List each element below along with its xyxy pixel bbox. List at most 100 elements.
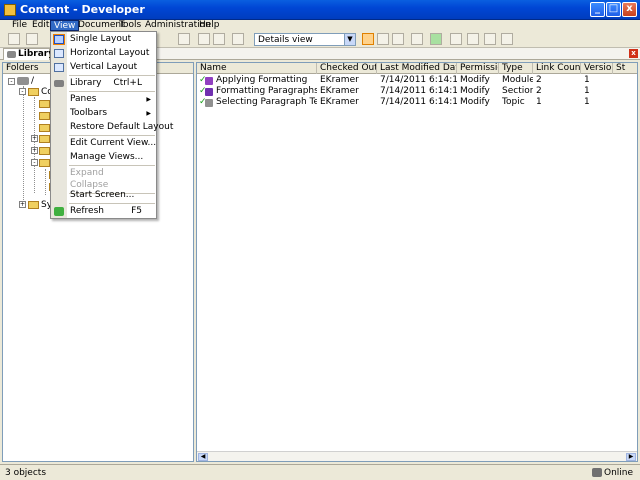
menu-help[interactable]: Help [196, 20, 223, 31]
menu-separator [69, 203, 155, 204]
help-icon[interactable] [232, 33, 244, 45]
horizontal-scrollbar[interactable]: ◀ ▶ [197, 451, 637, 461]
menu-item-label: Panes [70, 94, 97, 104]
tree-line [45, 169, 46, 195]
tree-collapse-icon[interactable]: - [19, 88, 26, 95]
vertical-layout-toolbar-icon[interactable] [392, 33, 404, 45]
status-bar: 3 objects Online [0, 464, 640, 480]
menu-item-library[interactable]: Library Ctrl+L [51, 77, 156, 90]
column-permission[interactable]: Permission [457, 63, 499, 74]
refresh-toolbar-icon[interactable] [430, 33, 442, 45]
row-name: Applying Formatting [216, 75, 308, 85]
section-icon [205, 88, 213, 96]
submenu-arrow-icon: ▶ [146, 110, 151, 117]
menu-tools[interactable]: Tools [116, 20, 144, 31]
menu-item-restore-default-layout[interactable]: Restore Default Layout [51, 121, 173, 134]
folder-icon[interactable] [39, 100, 50, 108]
close-tab-icon[interactable]: x [629, 49, 638, 58]
menu-item-toolbars[interactable]: Toolbars ▶ [51, 107, 156, 120]
row-type: Topic [502, 97, 525, 107]
column-name[interactable]: Name [197, 63, 317, 74]
scroll-left-icon[interactable]: ◀ [198, 453, 208, 461]
view-selector-value: Details view [258, 35, 313, 45]
tab-library-label: Library [18, 49, 55, 59]
row-type: Module [502, 75, 533, 85]
scroll-right-icon[interactable]: ▶ [626, 453, 636, 461]
vertical-layout-icon [54, 63, 64, 72]
folder-icon[interactable] [39, 147, 50, 155]
row-link-count: 1 [536, 97, 542, 107]
module-icon [205, 77, 213, 85]
column-type[interactable]: Type [499, 63, 533, 74]
tree-collapse-icon[interactable]: - [31, 159, 38, 166]
lock-icon[interactable] [484, 33, 496, 45]
connection-status: Online [604, 468, 634, 478]
row-modified: 7/14/2011 6:14:18 PM [380, 75, 457, 85]
menu-item-horizontal-layout[interactable]: Horizontal Layout [51, 47, 156, 60]
folder-icon [28, 201, 39, 209]
tab-library[interactable]: Library [3, 48, 54, 60]
column-last-modified[interactable]: Last Modified Date [377, 63, 457, 74]
menu-item-start-screen[interactable]: Start Screen... [51, 189, 156, 202]
title-bar[interactable]: Content - Developer _ □ x [0, 0, 640, 20]
horizontal-layout-toolbar-icon[interactable] [377, 33, 389, 45]
check-out-icon[interactable] [467, 33, 479, 45]
folder-icon[interactable] [39, 159, 50, 167]
table-row[interactable]: ✓ Applying Formatting EKramer 7/14/2011 … [197, 75, 637, 86]
menu-item-vertical-layout[interactable]: Vertical Layout [51, 61, 156, 74]
menu-item-single-layout[interactable]: Single Layout [51, 33, 156, 46]
folder-icon [28, 88, 39, 96]
tree-root-label[interactable]: / [31, 76, 34, 86]
open-icon[interactable] [26, 33, 38, 45]
column-checked-out-by[interactable]: Checked Out By [317, 63, 377, 74]
menu-separator [69, 165, 155, 166]
tree-collapse-icon[interactable]: - [8, 78, 15, 85]
menu-item-edit-current-view[interactable]: Edit Current View... [51, 137, 156, 150]
back-icon[interactable] [178, 33, 190, 45]
menu-item-label: Manage Views... [70, 152, 144, 162]
folder-icon[interactable] [39, 135, 50, 143]
properties-icon[interactable] [411, 33, 423, 45]
close-button[interactable]: x [622, 2, 637, 17]
chevron-down-icon[interactable]: ▼ [344, 34, 355, 45]
column-status[interactable]: St [613, 63, 637, 74]
tree-expand-icon[interactable]: + [31, 135, 38, 142]
unlock-icon[interactable] [501, 33, 513, 45]
menu-item-panes[interactable]: Panes ▶ [51, 93, 156, 106]
tree-expand-icon[interactable]: + [19, 201, 26, 208]
table-row[interactable]: ✓ Formatting Paragraphs EKramer 7/14/201… [197, 86, 637, 97]
spellcheck-icon[interactable] [213, 33, 225, 45]
menu-item-label: Start Screen... [70, 190, 135, 200]
menu-item-shortcut: Ctrl+L [113, 78, 142, 88]
menu-edit[interactable]: Edit [29, 20, 52, 31]
table-row[interactable]: ✓ Selecting Paragraph Text EKramer 7/14/… [197, 97, 637, 108]
folder-icon[interactable] [39, 124, 50, 132]
menu-item-label: Edit Current View... [70, 138, 157, 148]
row-checked-out-by: EKramer [320, 97, 359, 107]
tree-expand-icon[interactable]: + [31, 147, 38, 154]
row-modified: 7/14/2011 6:14:18 PM [380, 97, 457, 107]
view-selector[interactable]: Details view ▼ [254, 33, 356, 46]
column-version[interactable]: Version [581, 63, 613, 74]
row-checked-out-by: EKramer [320, 86, 359, 96]
menu-item-manage-views[interactable]: Manage Views... [51, 151, 156, 164]
tree-line [34, 97, 35, 193]
refresh-icon [54, 207, 64, 216]
minimize-button[interactable]: _ [590, 2, 605, 17]
check-in-icon[interactable] [450, 33, 462, 45]
menu-item-label: Toolbars [70, 108, 108, 118]
find-icon[interactable] [198, 33, 210, 45]
menu-file[interactable]: File [9, 20, 30, 31]
menu-item-refresh[interactable]: Refresh F5 [51, 205, 156, 218]
row-name: Selecting Paragraph Text [216, 97, 317, 107]
column-link-count[interactable]: Link Count [533, 63, 581, 74]
library-root-icon [17, 77, 29, 85]
new-icon[interactable] [8, 33, 20, 45]
folder-icon[interactable] [39, 112, 50, 120]
maximize-button[interactable]: □ [606, 2, 621, 17]
document-list[interactable]: Name Checked Out By Last Modified Date P… [196, 62, 638, 462]
single-layout-toolbar-icon[interactable] [362, 33, 374, 45]
online-icon [592, 468, 602, 477]
row-checked-out-by: EKramer [320, 75, 359, 85]
tree-line [23, 86, 24, 204]
